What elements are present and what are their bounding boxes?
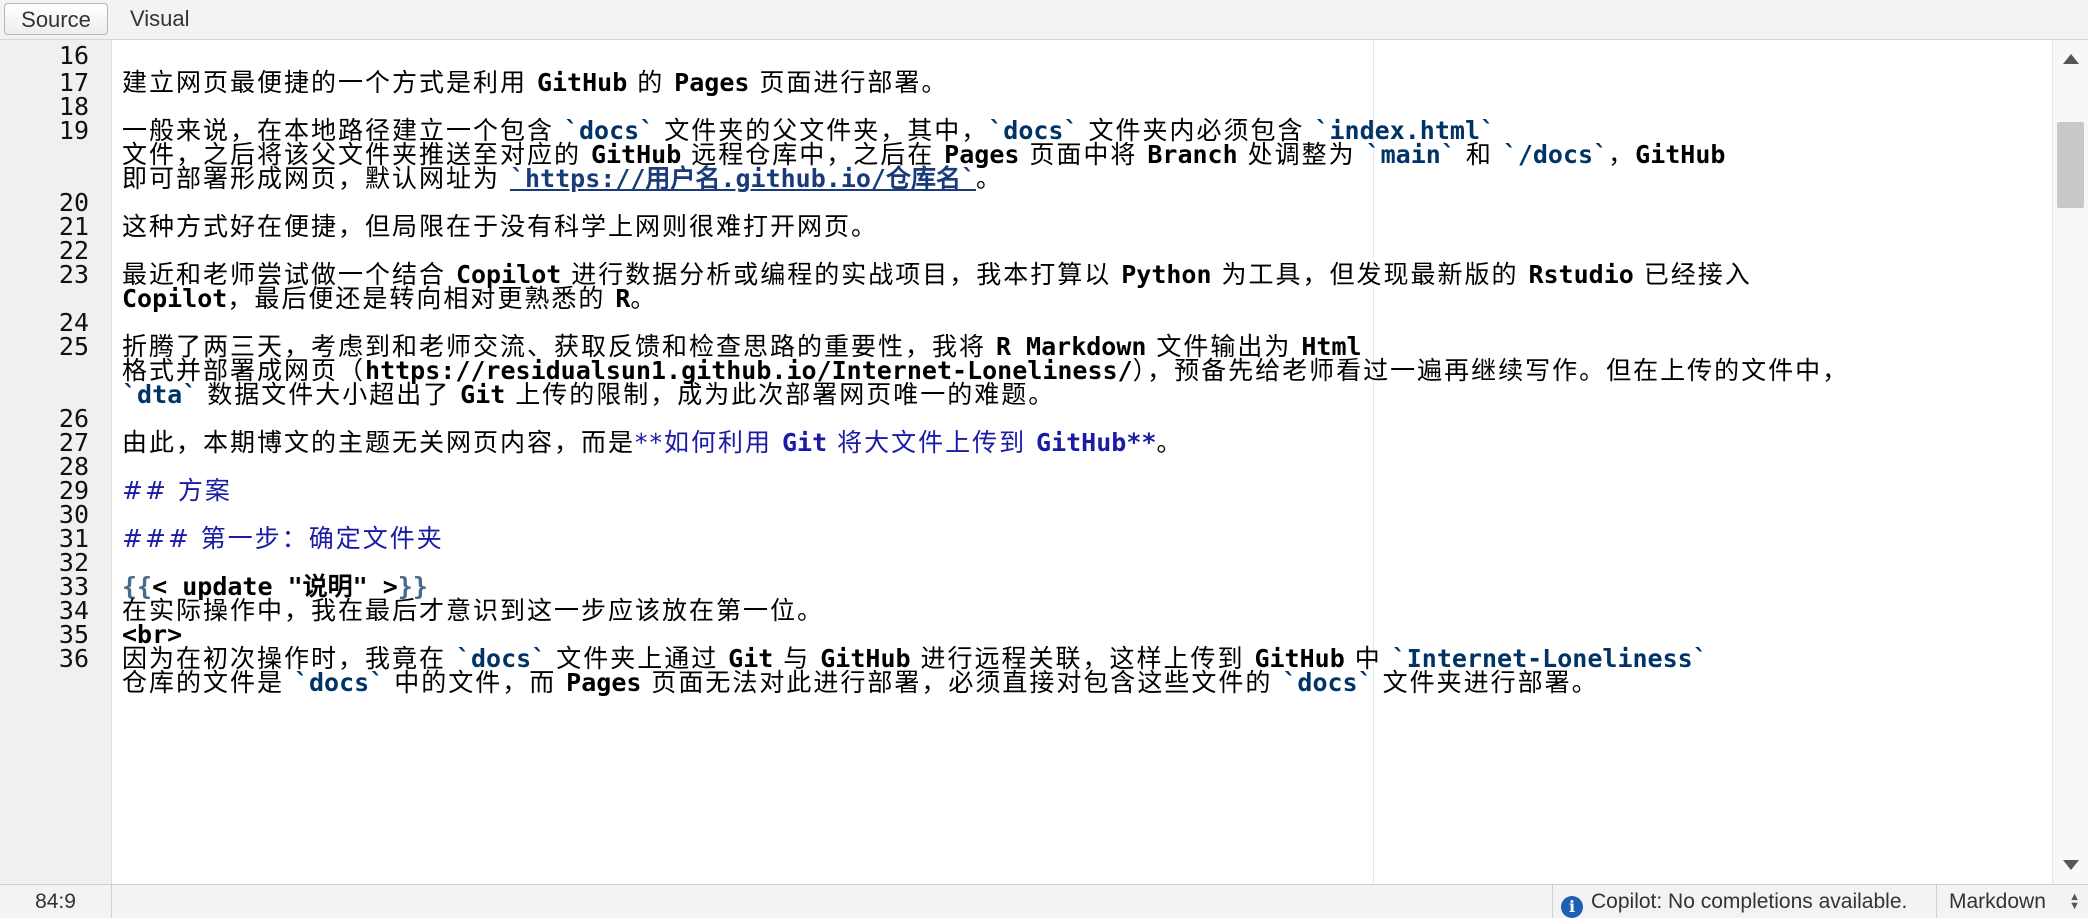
line-number: 19: [58, 116, 89, 145]
text: 页面中将: [1019, 140, 1148, 169]
text: 。: [976, 164, 1004, 193]
heading-markup: ## 方案: [122, 476, 232, 505]
text: 由此，本期博文的主题无关网页内容，而是: [122, 428, 636, 457]
editor-line: 建立网页最便捷的一个方式是利用 GitHub 的 Pages 页面进行部署。: [122, 67, 948, 99]
editor-line: 仓库的文件是 `docs` 中的文件，而 Pages 页面无法对此进行部署，必须…: [122, 667, 1599, 699]
tab-visual[interactable]: Visual: [116, 3, 204, 35]
copilot-status-text: Copilot: No completions available.: [1591, 890, 1908, 913]
line-number: 36: [58, 644, 89, 673]
text: 和: [1455, 140, 1503, 169]
editor-line: 即可部署形成网页，默认网址为 `https://用户名.github.io/仓库…: [122, 163, 1003, 195]
editor-line: ### 第一步：确定文件夹: [122, 523, 444, 555]
updown-icon: ▲ ▼: [2069, 891, 2080, 912]
source-editor[interactable]: 建立网页最便捷的一个方式是利用 GitHub 的 Pages 页面进行部署。 一…: [112, 40, 2052, 884]
text: 中的文件，而: [384, 668, 567, 697]
text: Rstudio: [1528, 260, 1634, 289]
text: 这种方式好在便捷，但局限在于没有科学上网则很难打开网页。: [122, 212, 879, 241]
inline-code: `main`: [1365, 140, 1456, 169]
text: 在实际操作中，我在最后才意识到这一步应该放在第一位。: [122, 596, 825, 625]
bold-markup: Git: [781, 428, 828, 457]
inline-code: `docs`: [1282, 668, 1373, 697]
scroll-up-arrow-icon[interactable]: [2063, 54, 2079, 64]
text: Pages: [674, 68, 750, 97]
editor-line: ## 方案: [122, 475, 232, 507]
editor-line: 在实际操作中，我在最后才意识到这一步应该放在第一位。: [122, 595, 824, 627]
text: 页面无法对此进行部署，必须直接对包含这些文件的: [641, 668, 1283, 697]
text: 已经接入: [1633, 260, 1752, 289]
url-link[interactable]: `https://用户名.github.io/仓库名`: [510, 164, 976, 193]
text: ，最后便还是转向相对更熟悉的: [227, 284, 616, 313]
text: 即可部署形成网页，默认网址为: [122, 164, 510, 193]
bold-markup: 将大文件上传到: [827, 428, 1037, 457]
scroll-down-arrow-icon[interactable]: [2063, 860, 2079, 870]
bold-markup: **如何利用: [635, 428, 782, 457]
text: Pages: [566, 668, 642, 697]
line-number: 25: [58, 332, 89, 361]
editor-line: `dta` 数据文件大小超出了 Git 上传的限制，成为此次部署网页唯一的难题。: [122, 379, 1055, 411]
inline-code: `dta`: [122, 380, 198, 409]
status-bar: 84:9 i Copilot: No completions available.…: [0, 884, 2088, 918]
text: Python: [1121, 260, 1212, 289]
inline-code: `/docs`: [1502, 140, 1609, 169]
editor-mode-bar: Source Visual: [0, 0, 2088, 40]
bold-markup: GitHub**: [1036, 428, 1157, 457]
text: R: [615, 284, 631, 313]
text: Git: [460, 380, 506, 409]
text: 处调整为: [1237, 140, 1366, 169]
text: GitHub: [1635, 140, 1726, 169]
text: 。: [630, 284, 658, 313]
text: 为工具，但发现最新版的: [1211, 260, 1529, 289]
editor-line: 由此，本期博文的主题无关网页内容，而是**如何利用 Git 将大文件上传到 Gi…: [122, 427, 1183, 459]
editor-line: 这种方式好在便捷，但局限在于没有科学上网则很难打开网页。: [122, 211, 878, 243]
cursor-position[interactable]: 84:9: [0, 885, 112, 918]
text: 建立网页最便捷的一个方式是利用: [122, 68, 537, 97]
text: 。: [1156, 428, 1184, 457]
line-number-gutter: 16 17 18 19 20 21 22 23 24 25 26 27 28 2…: [0, 40, 112, 884]
language-label: Markdown: [1949, 890, 2046, 913]
text: 页面进行部署。: [749, 68, 949, 97]
vertical-scrollbar[interactable]: [2052, 40, 2088, 884]
language-selector[interactable]: Markdown ▲ ▼: [1936, 885, 2088, 918]
text: 数据文件大小超出了: [197, 380, 461, 409]
text: 上传的限制，成为此次部署网页唯一的难题。: [505, 380, 1056, 409]
inline-code: `docs`: [293, 668, 385, 697]
text: ，: [1608, 140, 1636, 169]
copilot-status[interactable]: i Copilot: No completions available.: [1552, 885, 1936, 918]
info-icon: i: [1561, 896, 1583, 918]
text: 仓库的文件是: [122, 668, 294, 697]
scrollbar-thumb[interactable]: [2057, 122, 2084, 208]
editor-line: Copilot，最后便还是转向相对更熟悉的 R。: [122, 283, 657, 315]
text: Copilot: [122, 284, 228, 313]
line-number: 23: [58, 260, 89, 289]
text: 的: [627, 68, 675, 97]
text: ），预备先给老师看过一遍再继续写作。但在上传的文件中，: [1132, 356, 1850, 385]
text: Branch: [1147, 140, 1238, 169]
heading-markup: ### 第一步：确定文件夹: [122, 524, 444, 553]
text: GitHub: [536, 68, 628, 97]
text: 文件夹进行部署。: [1372, 668, 1599, 697]
tab-source[interactable]: Source: [4, 3, 108, 35]
